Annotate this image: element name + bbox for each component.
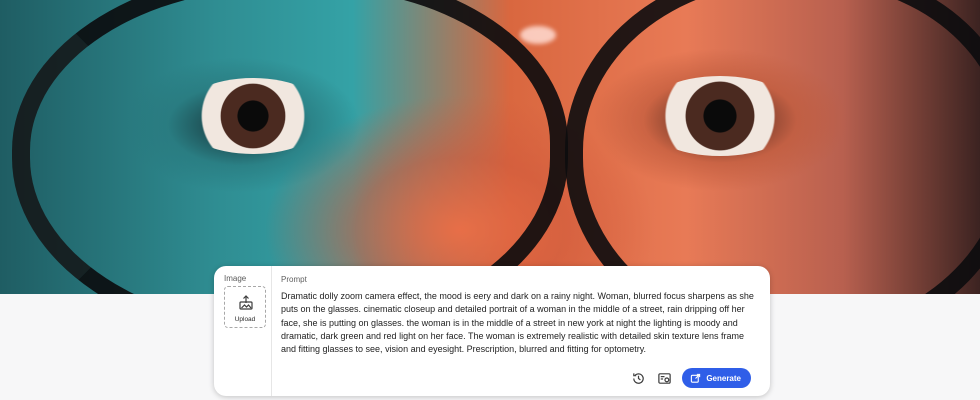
light-reflection — [520, 26, 556, 44]
prompt-label: Prompt — [281, 275, 307, 284]
right-eye — [640, 76, 800, 156]
left-eye — [178, 78, 328, 154]
hero-background-image — [0, 0, 980, 294]
image-settings-icon[interactable] — [656, 370, 672, 386]
upload-button[interactable]: Upload — [224, 286, 266, 328]
generate-icon — [690, 373, 701, 384]
prompt-actions: Generate — [630, 368, 751, 388]
prompt-textarea[interactable]: Dramatic dolly zoom camera effect, the m… — [281, 290, 759, 356]
generate-label: Generate — [706, 373, 741, 383]
prompt-section: Prompt Dramatic dolly zoom camera effect… — [281, 266, 761, 396]
glasses-right-lens — [565, 0, 980, 294]
image-section: Image Upload — [214, 266, 272, 396]
image-label: Image — [224, 274, 247, 283]
prompt-panel: Image Upload Prompt Dramatic dolly zoom … — [214, 266, 770, 396]
upload-icon — [237, 294, 255, 312]
upload-label: Upload — [234, 316, 256, 323]
history-icon[interactable] — [630, 370, 646, 386]
generate-button[interactable]: Generate — [682, 368, 751, 388]
